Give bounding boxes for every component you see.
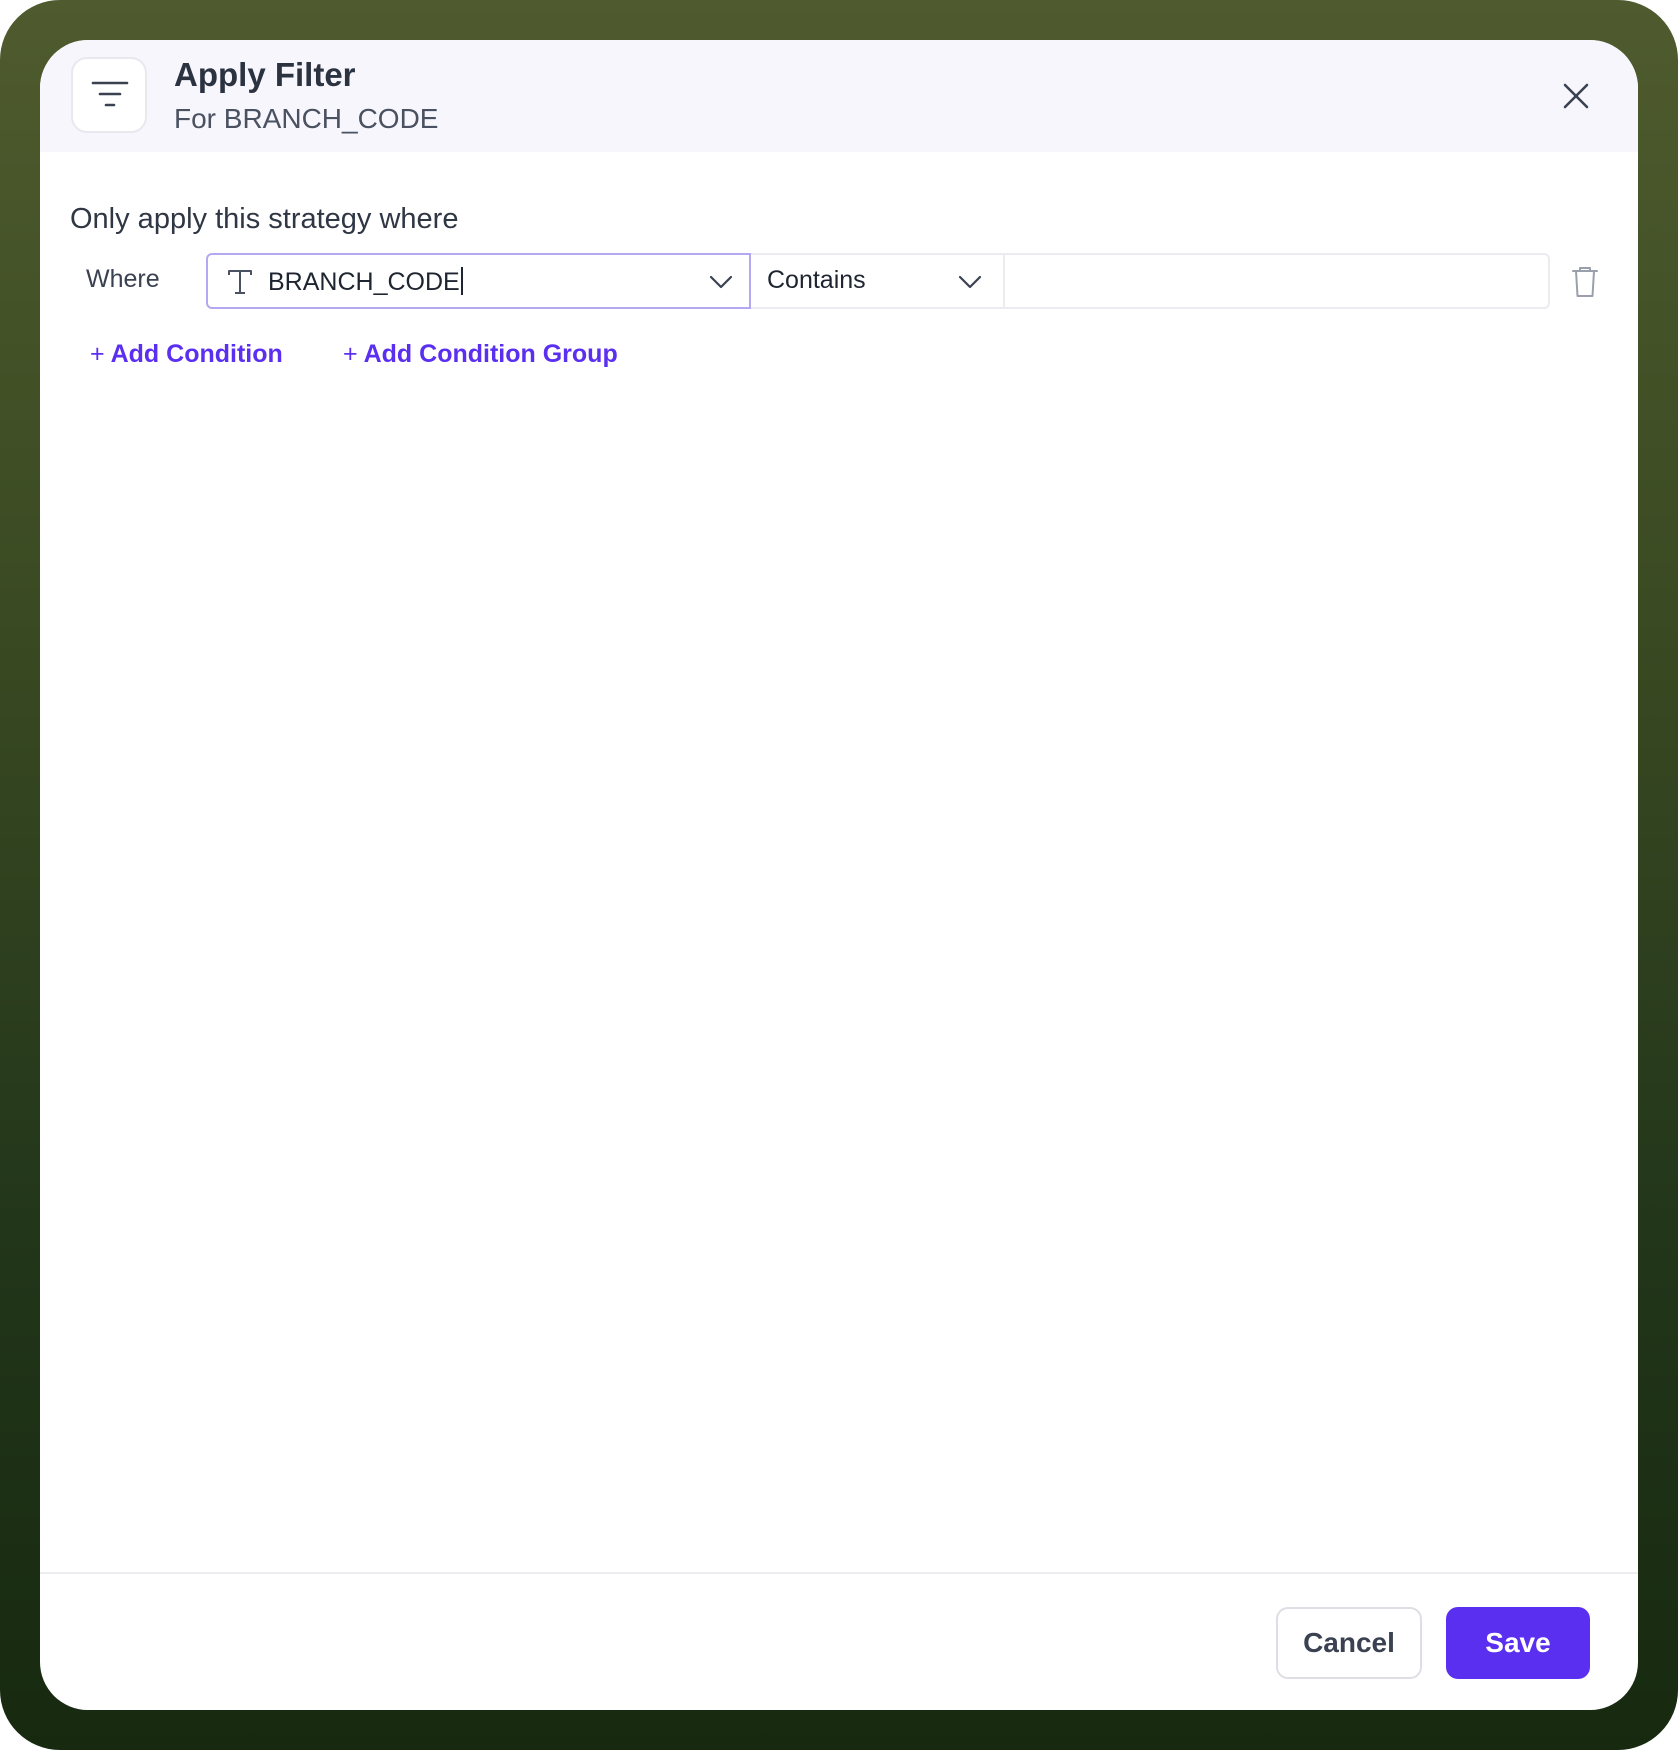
close-icon [1563, 83, 1589, 109]
chevron-down-icon[interactable] [708, 272, 734, 292]
add-condition-label: Add Condition [110, 340, 283, 368]
add-condition-group-label: Add Condition Group [363, 340, 618, 368]
dialog-subtitle: For BRANCH_CODE [174, 103, 439, 134]
section-label: Only apply this strategy where [70, 203, 459, 235]
field-select[interactable]: BRANCH_CODE [206, 253, 751, 309]
condition-value-input[interactable] [1005, 253, 1550, 309]
window-frame: Apply Filter For BRANCH_CODE Only apply … [0, 0, 1678, 1750]
plus-icon: + [90, 340, 105, 368]
cancel-button[interactable]: Cancel [1276, 1607, 1422, 1679]
filter-lines-icon [91, 81, 129, 107]
text-caret [460, 267, 463, 295]
operator-select[interactable]: Contains [751, 253, 1005, 309]
save-button[interactable]: Save [1446, 1607, 1590, 1679]
field-value[interactable]: BRANCH_CODE [268, 267, 463, 297]
where-label: Where [86, 265, 160, 293]
chevron-down-icon[interactable] [957, 272, 983, 292]
delete-condition-button[interactable] [1570, 265, 1600, 299]
dialog-title: Apply Filter [174, 56, 356, 93]
condition-row: BRANCH_CODE Contains [206, 253, 1550, 309]
add-condition-group-button[interactable]: + Add Condition Group [343, 340, 618, 369]
close-button[interactable] [1556, 76, 1596, 116]
dialog-header: Apply Filter For BRANCH_CODE [40, 40, 1638, 152]
apply-filter-dialog: Apply Filter For BRANCH_CODE Only apply … [40, 40, 1638, 1710]
filter-icon-box [71, 57, 147, 133]
plus-icon: + [343, 340, 358, 368]
add-condition-button[interactable]: + Add Condition [90, 340, 283, 369]
trash-icon [1572, 267, 1598, 297]
text-type-icon [228, 270, 252, 294]
field-value-text: BRANCH_CODE [268, 268, 460, 296]
operator-value: Contains [767, 266, 866, 294]
footer-divider [40, 1572, 1638, 1574]
